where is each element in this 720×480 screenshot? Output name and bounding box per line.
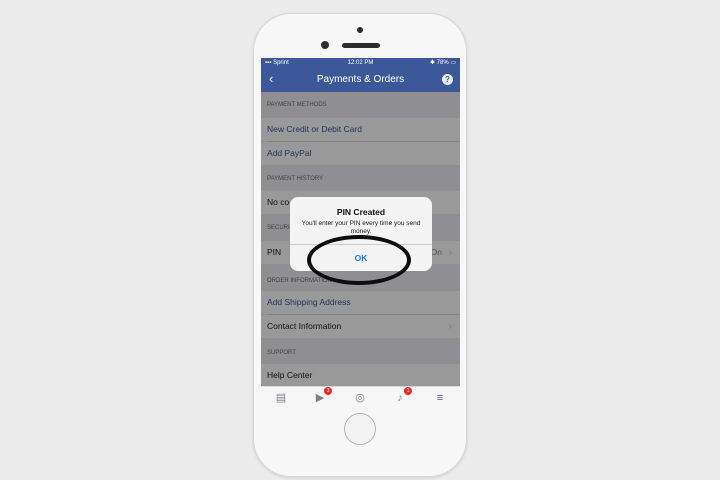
earpiece-speaker <box>342 43 380 48</box>
page-title: Payments & Orders <box>316 74 405 85</box>
navigation-bar: ‹ Payments & Orders ? <box>261 68 460 92</box>
phone-screen: ▪▪▪ Sprint 12:02 PM ✱ 78% ▭ ‹ Payments &… <box>261 58 460 410</box>
help-icon[interactable]: ? <box>442 74 453 85</box>
battery-icon: ▭ <box>450 60 456 66</box>
battery-indicator: ✱ 78% ▭ <box>429 60 456 66</box>
bluetooth-icon: ✱ <box>429 60 435 66</box>
video-icon[interactable]: ▶ 3 <box>312 387 332 406</box>
news-feed-icon[interactable]: ▤ <box>273 390 289 406</box>
highlight-circle-annotation <box>307 235 411 285</box>
tab-bar: ▤ ▶ 3 ◎ ♪ 1 ≡ <box>261 386 460 410</box>
profile-icon[interactable]: ◎ <box>352 390 368 406</box>
notifications-badge: 1 <box>404 387 412 395</box>
front-camera <box>321 41 329 49</box>
proximity-sensor <box>357 27 363 33</box>
home-button[interactable] <box>344 413 376 445</box>
menu-icon[interactable]: ≡ <box>432 390 448 406</box>
status-bar: ▪▪▪ Sprint 12:02 PM ✱ 78% ▭ <box>261 58 460 68</box>
notifications-bell-icon[interactable]: ♪ 1 <box>392 387 412 406</box>
dialog-title: PIN Created <box>336 207 386 217</box>
dialog-message: You'll enter your PIN every time you sen… <box>301 220 421 235</box>
video-badge: 3 <box>324 387 332 395</box>
